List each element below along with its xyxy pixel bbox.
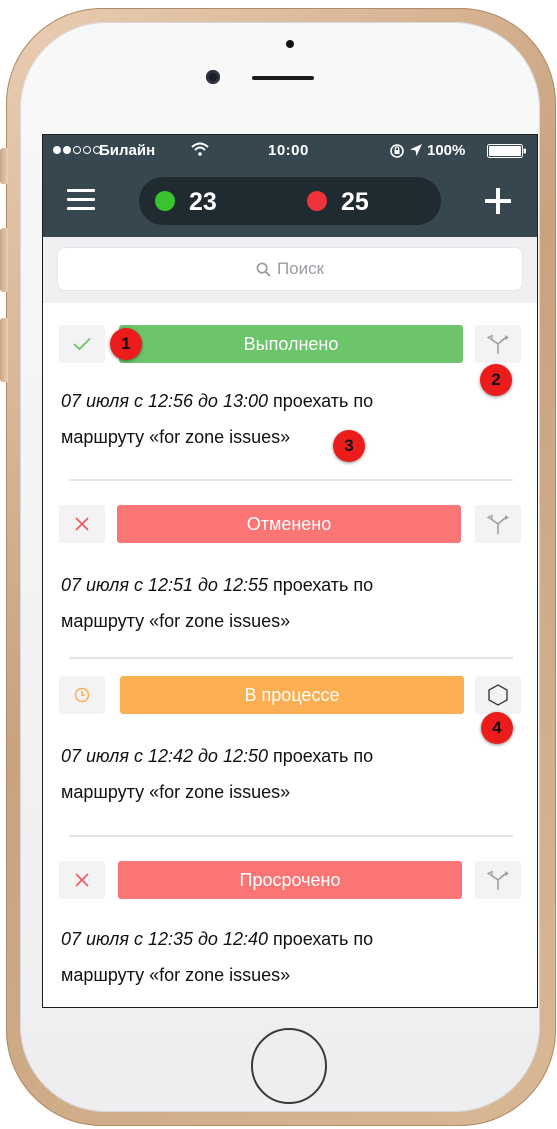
route-icon	[486, 514, 509, 534]
cross-icon	[75, 873, 89, 887]
callout-marker-4: 4	[481, 712, 513, 744]
nav-bar: 23 25	[43, 175, 537, 231]
location-arrow-icon	[410, 144, 422, 156]
task-action: проехать по	[268, 575, 374, 595]
task-time: 07 июля с 12:56 до 13:00	[61, 391, 268, 411]
callout-marker-2: 2	[480, 364, 512, 396]
task-description: 07 июля с 12:42 до 12:50 проехать по мар…	[61, 738, 491, 810]
hexagon-icon	[488, 684, 508, 706]
green-dot-icon	[155, 191, 175, 211]
front-camera	[206, 70, 220, 84]
route-button[interactable]	[475, 676, 521, 714]
callout-marker-3: 3	[333, 430, 365, 462]
task-route: маршруту «for zone issues»	[61, 427, 291, 447]
divider	[69, 657, 513, 659]
mute-switch	[0, 148, 8, 184]
red-dot-icon	[307, 191, 327, 211]
status-toggle-button[interactable]	[59, 676, 105, 714]
status-toggle-button[interactable]	[59, 505, 105, 543]
status-button[interactable]: Выполнено	[119, 325, 463, 363]
search-icon	[256, 262, 271, 277]
callout-marker-1: 1	[110, 328, 142, 360]
search-area: Поиск	[43, 237, 537, 303]
clock-icon	[74, 687, 90, 703]
task-time: 07 июля с 12:35 до 12:40	[61, 929, 268, 949]
hamburger-menu-icon[interactable]	[67, 189, 95, 211]
divider	[69, 835, 513, 837]
task-counter[interactable]: 23 25	[139, 177, 441, 225]
battery-icon	[487, 144, 526, 158]
add-task-icon[interactable]	[485, 188, 511, 214]
check-icon	[73, 337, 91, 351]
task-route: маршруту «for zone issues»	[61, 611, 291, 631]
status-toggle-button[interactable]	[59, 861, 105, 899]
volume-down-button	[0, 318, 8, 382]
task-description: 07 июля с 12:35 до 12:40 проехать по мар…	[61, 921, 491, 993]
rotation-lock-icon	[390, 144, 404, 158]
volume-up-button	[0, 228, 8, 292]
cross-icon	[75, 517, 89, 531]
status-button[interactable]: В процессе	[120, 676, 464, 714]
proximity-sensor	[286, 40, 294, 48]
task-description: 07 июля с 12:56 до 13:00 проехать по мар…	[61, 383, 491, 455]
task-action: проехать по	[268, 746, 374, 766]
task-time: 07 июля с 12:51 до 12:55	[61, 575, 268, 595]
search-placeholder: Поиск	[276, 259, 325, 278]
route-button[interactable]	[475, 325, 521, 363]
signal-strength-icon	[53, 146, 101, 154]
route-button[interactable]	[475, 505, 521, 543]
search-input[interactable]: Поиск	[57, 247, 523, 291]
wifi-icon	[191, 142, 209, 156]
phone-screen: Билайн 10:00 100% 23 25 Поиск Выполнено …	[42, 134, 538, 1008]
status-toggle-button[interactable]	[59, 325, 105, 363]
home-button[interactable]	[251, 1028, 327, 1104]
task-description: 07 июля с 12:51 до 12:55 проехать по мар…	[61, 567, 491, 639]
task-route: маршруту «for zone issues»	[61, 965, 291, 985]
task-time: 07 июля с 12:42 до 12:50	[61, 746, 268, 766]
battery-percent: 100%	[427, 142, 466, 159]
task-action: проехать по	[268, 929, 374, 949]
earpiece-speaker	[252, 76, 314, 80]
divider	[69, 479, 513, 481]
route-icon	[486, 334, 509, 354]
green-count: 23	[189, 188, 217, 216]
red-count: 25	[341, 188, 369, 216]
status-time: 10:00	[268, 142, 309, 159]
task-action: проехать по	[268, 391, 374, 411]
status-button[interactable]: Отменено	[117, 505, 461, 543]
status-button[interactable]: Просрочено	[118, 861, 462, 899]
status-bar: Билайн 10:00 100%	[43, 135, 537, 167]
route-button[interactable]	[475, 861, 521, 899]
app-header: Билайн 10:00 100% 23 25	[43, 135, 537, 237]
task-route: маршруту «for zone issues»	[61, 782, 291, 802]
carrier-name: Билайн	[99, 142, 156, 159]
route-icon	[486, 870, 509, 890]
